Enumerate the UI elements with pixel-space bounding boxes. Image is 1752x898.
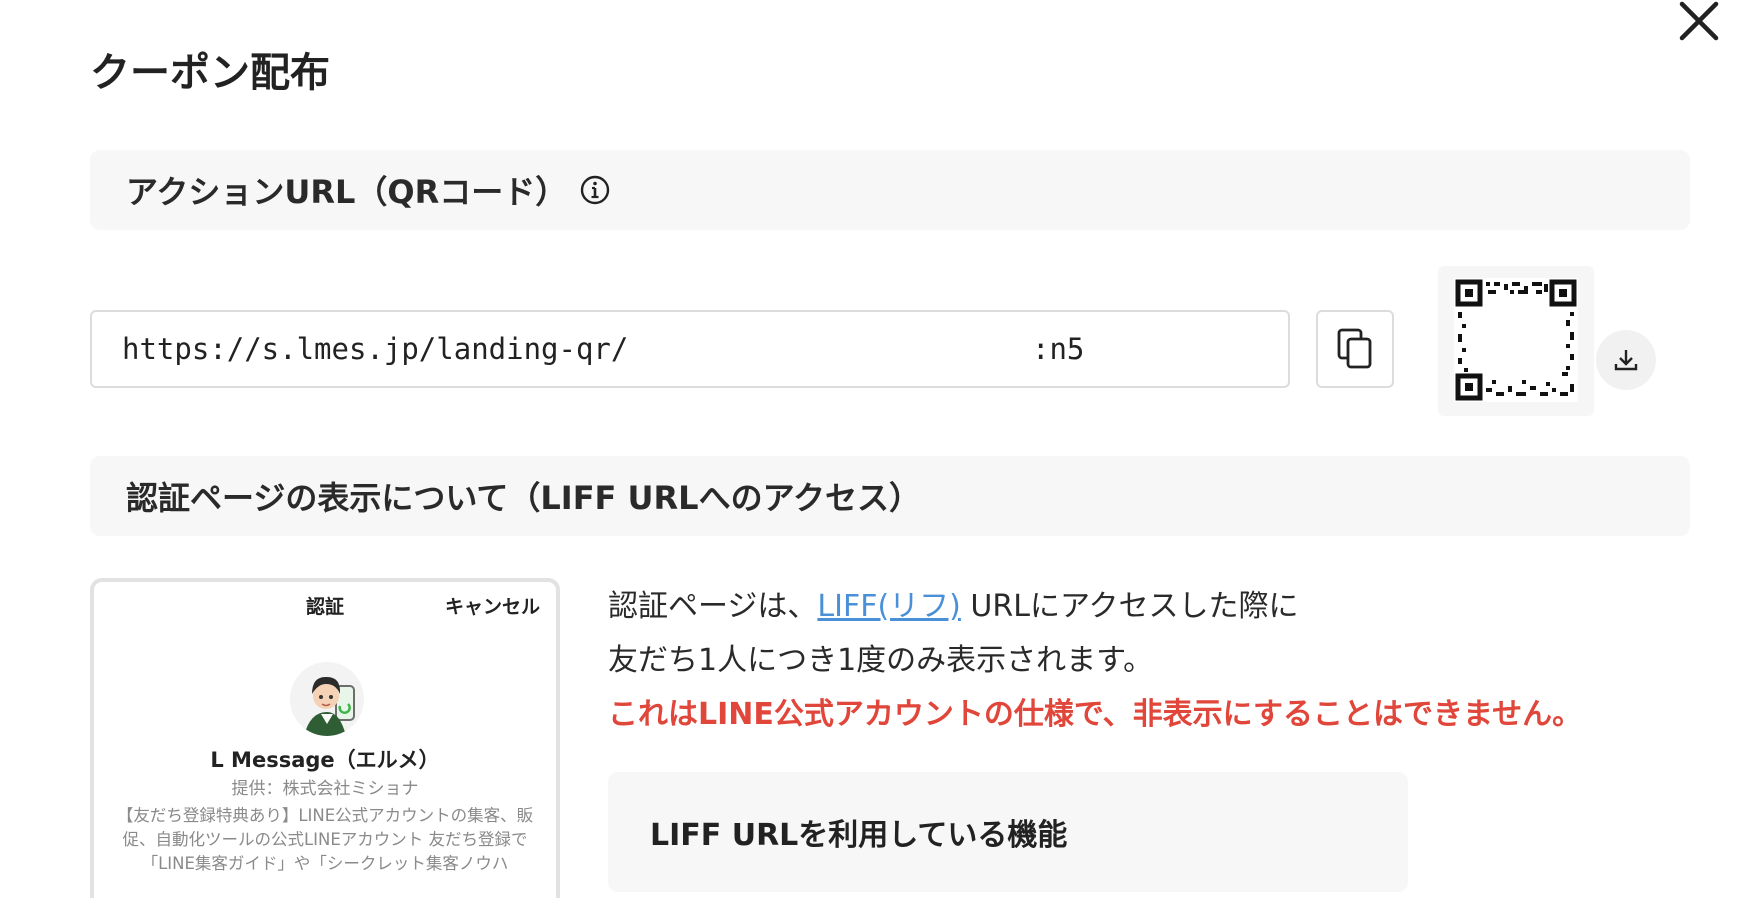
auth-description-line1: 認証ページは、LIFF(リフ) URLにアクセスした際に [608, 580, 1708, 634]
section-header-action-url: アクションURL（QRコード） [90, 150, 1690, 230]
auth-description: 認証ページは、LIFF(リフ) URLにアクセスした際に 友だち1人につき1度の… [608, 580, 1708, 742]
page-title: クーポン配布 [90, 50, 330, 96]
auth-description-suffix: URLにアクセスした際に [960, 589, 1299, 624]
auth-warning: これはLINE公式アカウントの仕様で、非表示にすることはできません。 [608, 697, 1583, 732]
avatar [290, 662, 364, 736]
preview-cancel-label: キャンセル [444, 596, 540, 618]
download-qr-button[interactable] [1596, 330, 1656, 390]
preview-app-name: L Message（エルメ） [210, 748, 440, 772]
close-icon [1679, 1, 1719, 41]
auth-description-line2: 友だち1人につき1度のみ表示されます。 [608, 643, 1154, 678]
close-button[interactable] [1672, 0, 1724, 48]
action-url-suffix: :n5 [1032, 332, 1085, 366]
copy-url-button[interactable] [1316, 310, 1394, 388]
auth-page-preview: 認証 キャンセル L Message（エルメ） 提供：株式会社ミショナ 【友だち… [90, 578, 560, 898]
info-circle-icon[interactable] [579, 174, 611, 206]
liff-link[interactable]: LIFF(リフ) [817, 589, 960, 624]
liff-features-title: LIFF URLを利用している機能 [650, 818, 1068, 853]
section-header-auth-page: 認証ページの表示について（LIFF URLへのアクセス） [90, 456, 1690, 536]
preview-description: 【友だち登録特典あり】LINE公式アカウントの集客、販促、自動化ツールの公式LI… [116, 806, 534, 873]
section-title-auth-page: 認証ページの表示について（LIFF URLへのアクセス） [126, 479, 921, 517]
copy-icon [1337, 328, 1372, 369]
auth-description-prefix: 認証ページは、 [608, 589, 818, 624]
qr-code [1438, 266, 1594, 416]
section-title-action-url: アクションURL（QRコード） [126, 173, 568, 211]
liff-features-box: LIFF URLを利用している機能 [608, 772, 1408, 892]
download-icon [1614, 350, 1638, 371]
preview-provider: 提供：株式会社ミショナ [231, 779, 419, 799]
action-url-input[interactable] [90, 310, 1290, 388]
